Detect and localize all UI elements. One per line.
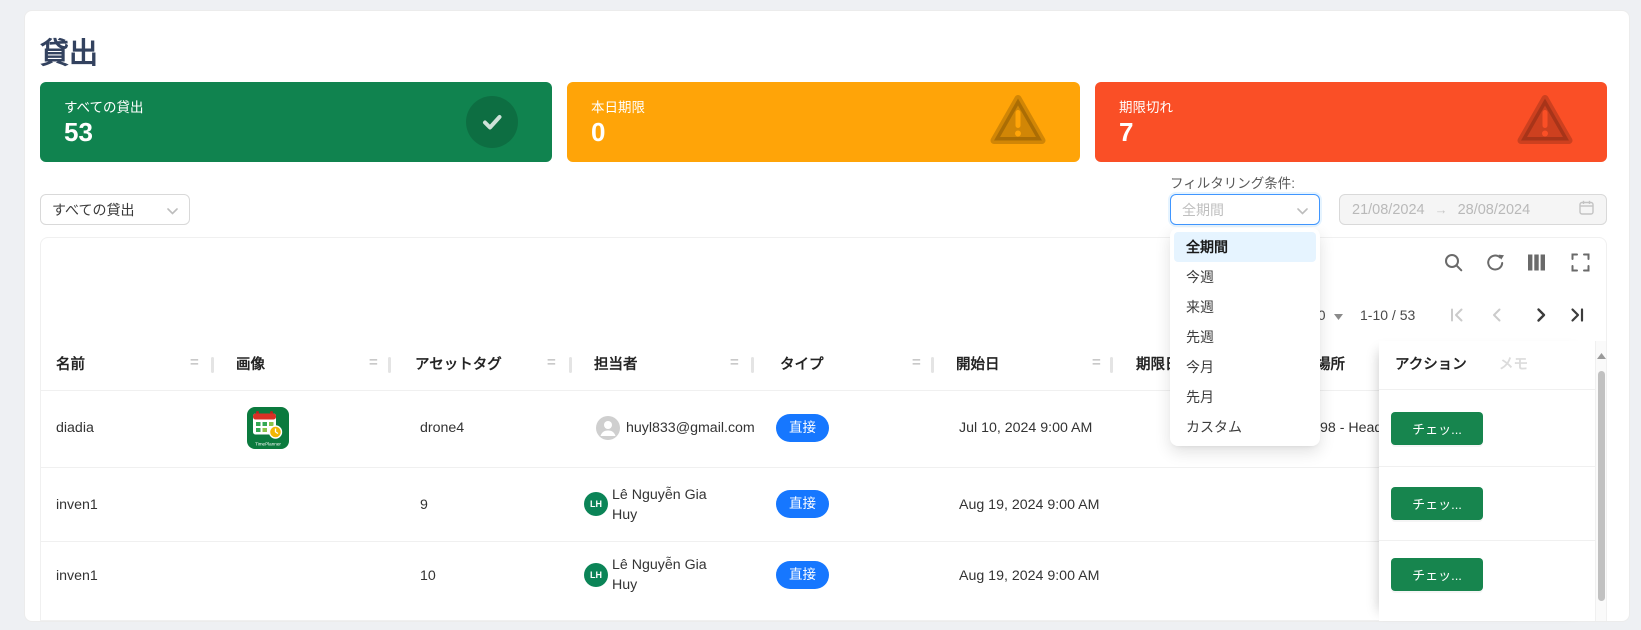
col-header-location[interactable]: 場所 bbox=[1316, 341, 1345, 390]
period-filter-select[interactable]: 全期間 bbox=[1170, 194, 1320, 225]
type-badge[interactable]: 直接 bbox=[776, 561, 829, 589]
row-divider bbox=[41, 541, 1595, 542]
row-divider bbox=[41, 467, 1595, 468]
column-filter-icon[interactable]: = bbox=[1092, 354, 1101, 371]
cell-asset-tag: drone4 bbox=[420, 420, 464, 436]
column-resize-handle[interactable] bbox=[1110, 357, 1113, 373]
avatar-initials: LH bbox=[584, 492, 608, 516]
cell-assignee: Lê Nguyễn Gia Huy bbox=[612, 556, 726, 595]
column-resize-handle[interactable] bbox=[931, 357, 934, 373]
period-option-this-week[interactable]: 今週 bbox=[1174, 262, 1316, 292]
avatar-initials: LH bbox=[584, 563, 608, 587]
next-page-icon[interactable] bbox=[1532, 306, 1550, 329]
warning-triangle-icon bbox=[990, 95, 1046, 150]
range-arrow-icon: → bbox=[1435, 202, 1448, 217]
table-vertical-scrollbar[interactable] bbox=[1595, 341, 1606, 621]
page-title: 貸出 bbox=[40, 30, 98, 72]
column-filter-icon[interactable]: = bbox=[547, 354, 556, 371]
cell-start-date: Jul 10, 2024 9:00 AM bbox=[959, 420, 1092, 436]
warning-triangle-icon bbox=[1517, 95, 1573, 150]
checkin-button[interactable]: チェッ... bbox=[1391, 487, 1483, 520]
calendar-icon bbox=[1579, 200, 1594, 219]
period-option-last-week[interactable]: 先週 bbox=[1174, 322, 1316, 352]
col-header-image[interactable]: 画像 bbox=[236, 341, 265, 390]
columns-icon[interactable] bbox=[1527, 253, 1546, 277]
cell-name: inven1 bbox=[56, 568, 98, 584]
column-resize-handle[interactable] bbox=[751, 357, 754, 373]
cell-asset-tag: 10 bbox=[420, 568, 436, 584]
period-filter-label: フィルタリング条件: bbox=[1170, 172, 1295, 192]
check-circle-icon bbox=[466, 96, 518, 148]
period-filter-value: 全期間 bbox=[1182, 200, 1297, 220]
column-filter-icon[interactable]: = bbox=[730, 354, 739, 371]
column-filter-icon[interactable]: = bbox=[912, 354, 921, 371]
fullscreen-icon[interactable] bbox=[1571, 253, 1590, 277]
scrollbar-thumb[interactable] bbox=[1598, 371, 1605, 601]
checkin-button[interactable]: チェッ... bbox=[1391, 558, 1483, 591]
range-start: 21/08/2024 bbox=[1352, 202, 1425, 218]
period-option-last-month[interactable]: 先月 bbox=[1174, 382, 1316, 412]
column-resize-handle[interactable] bbox=[388, 357, 391, 373]
last-page-icon[interactable] bbox=[1568, 306, 1586, 329]
column-filter-icon[interactable]: = bbox=[190, 354, 199, 371]
cell-start-date: Aug 19, 2024 9:00 AM bbox=[959, 568, 1099, 584]
cell-assignee: Lê Nguyễn Gia Huy bbox=[612, 486, 726, 525]
col-header-action[interactable]: アクション bbox=[1395, 341, 1467, 390]
col-header-assignee[interactable]: 担当者 bbox=[594, 341, 638, 390]
date-range-picker[interactable]: 21/08/2024 → 28/08/2024 bbox=[1339, 194, 1607, 225]
col-header-type[interactable]: タイプ bbox=[780, 341, 824, 390]
stat-card-due-today[interactable]: 本日期限 0 bbox=[567, 82, 1080, 162]
checkin-button[interactable]: チェッ... bbox=[1391, 412, 1483, 445]
cell-name: inven1 bbox=[56, 497, 98, 513]
col-header-name[interactable]: 名前 bbox=[56, 341, 85, 390]
pagination-range: 1-10 / 53 bbox=[1360, 307, 1415, 323]
chevron-down-icon bbox=[1297, 202, 1308, 218]
period-option-custom[interactable]: カスタム bbox=[1174, 412, 1316, 442]
col-header-memo: メモ bbox=[1499, 341, 1528, 390]
cell-start-date: Aug 19, 2024 9:00 AM bbox=[959, 497, 1099, 513]
cell-asset-tag: 9 bbox=[420, 497, 428, 513]
column-filter-icon[interactable]: = bbox=[369, 354, 378, 371]
prev-page-icon[interactable] bbox=[1488, 306, 1506, 329]
chevron-down-icon bbox=[167, 202, 178, 218]
cell-assignee: huyl833@gmail.com bbox=[626, 420, 767, 436]
loan-filter-value: すべての貸出 bbox=[52, 200, 167, 220]
period-option-this-month[interactable]: 今月 bbox=[1174, 352, 1316, 382]
column-resize-handle[interactable] bbox=[211, 357, 214, 373]
stat-card-all-loans[interactable]: すべての貸出 53 bbox=[40, 82, 552, 162]
period-dropdown-menu: 全期間 今週 来週 先週 今月 先月 カスタム bbox=[1170, 228, 1320, 446]
period-option-next-week[interactable]: 来週 bbox=[1174, 292, 1316, 322]
column-resize-handle[interactable] bbox=[569, 357, 572, 373]
row-divider bbox=[41, 390, 1595, 391]
loan-filter-select[interactable]: すべての貸出 bbox=[40, 194, 190, 225]
range-end: 28/08/2024 bbox=[1458, 202, 1531, 218]
scroll-up-icon[interactable] bbox=[1597, 346, 1606, 364]
col-header-asset-tag[interactable]: アセットタグ bbox=[415, 341, 502, 390]
col-header-start-date[interactable]: 開始日 bbox=[956, 341, 1000, 390]
caret-down-icon bbox=[1334, 314, 1343, 320]
cell-name: diadia bbox=[56, 420, 94, 436]
timeplanner-app-icon: TimePlanner bbox=[247, 407, 289, 453]
reload-icon[interactable] bbox=[1486, 253, 1505, 277]
loans-page: 貸出 すべての貸出 53 本日期限 0 期限切れ 7 bbox=[0, 0, 1641, 630]
person-icon bbox=[596, 416, 620, 440]
svg-text:TimePlanner: TimePlanner bbox=[255, 442, 281, 447]
type-badge[interactable]: 直接 bbox=[776, 414, 829, 442]
type-badge[interactable]: 直接 bbox=[776, 490, 829, 518]
search-icon[interactable] bbox=[1444, 253, 1463, 277]
fixed-action-column: アクション メモ チェッ... チェッ... チェッ... bbox=[1379, 341, 1595, 621]
first-page-icon[interactable] bbox=[1448, 306, 1466, 329]
period-option-all[interactable]: 全期間 bbox=[1174, 232, 1316, 262]
stat-card-overdue[interactable]: 期限切れ 7 bbox=[1095, 82, 1607, 162]
